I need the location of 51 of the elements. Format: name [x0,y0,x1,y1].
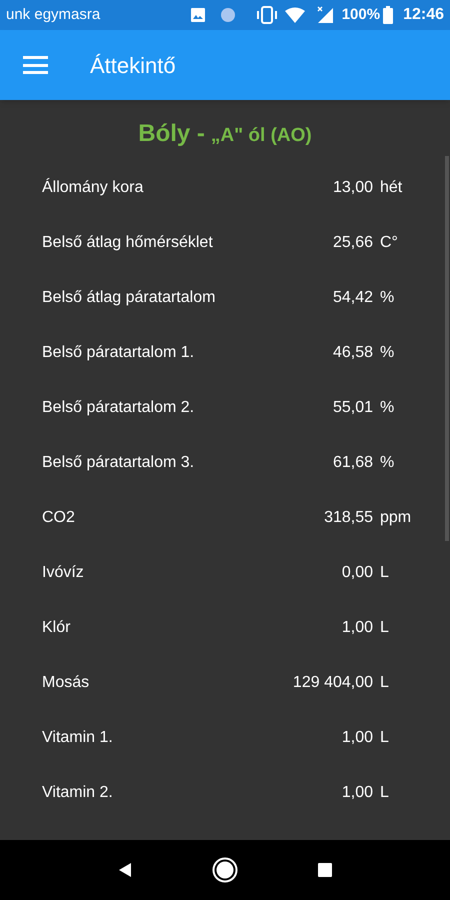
screen-title: Áttekintő [90,52,176,80]
row-value: 46,58 [332,342,373,362]
unit-label: % [380,398,394,418]
unit-label: ppm [380,508,412,528]
unit-label: L [380,782,389,802]
unit-label: hét [380,178,402,198]
row-label: Mosás [42,672,90,692]
row-label: Vitamin 2. [42,782,114,802]
row-label: CO2 [42,508,76,528]
signal-icon [316,6,334,24]
unit-label: % [380,288,394,308]
menu-icon[interactable] [23,56,48,74]
row-value: 25,66 [332,232,373,252]
notification-text: unk egymasra [6,4,100,25]
farm-name: Bóly - [138,119,205,149]
row-value: 13,00 [332,178,373,198]
row-label: Állomány kora [42,177,144,198]
row-value: 0,00 [340,562,373,582]
row-label: Vitamin 1. [42,728,114,748]
row-label: Ivóvíz [42,562,85,582]
row-value: 54,42 [332,288,373,308]
row-label: Belső átlag hőmérséklet [42,232,214,252]
unit-label: L [380,562,389,582]
circle-icon [220,7,236,23]
barn-name: „A" ól (AO) [210,124,312,148]
row-value: 1,00 [340,728,373,748]
row-value: 1,00 [340,782,373,802]
row-label: Belső páratartalom 3. [42,452,196,472]
image-icon [190,7,206,23]
battery-icon [383,6,394,24]
row-value: 61,68 [332,452,373,472]
back-icon[interactable] [118,862,132,878]
unit-label: % [380,452,394,472]
row-label: Klór [42,618,72,638]
row-label: Belső átlag páratartalom [42,288,216,308]
row-label: Belső páratartalom 1. [42,342,196,362]
clock: 12:46 [403,5,444,25]
row-label: Belső páratartalom 2. [42,398,196,418]
unit-label: L [380,672,389,692]
unit-label: C° [380,232,398,252]
row-value: 1,00 [340,618,373,638]
battery-percentage: 100% [342,4,380,25]
home-icon[interactable] [212,857,238,883]
row-value: 129 404,00 [292,672,373,692]
unit-label: % [380,342,394,362]
vibrate-icon [256,6,278,24]
unit-label: L [380,728,389,748]
wifi-icon [284,7,306,23]
row-value: 55,01 [332,398,373,418]
unit-label: L [380,618,389,638]
row-value: 318,55 [323,508,373,528]
